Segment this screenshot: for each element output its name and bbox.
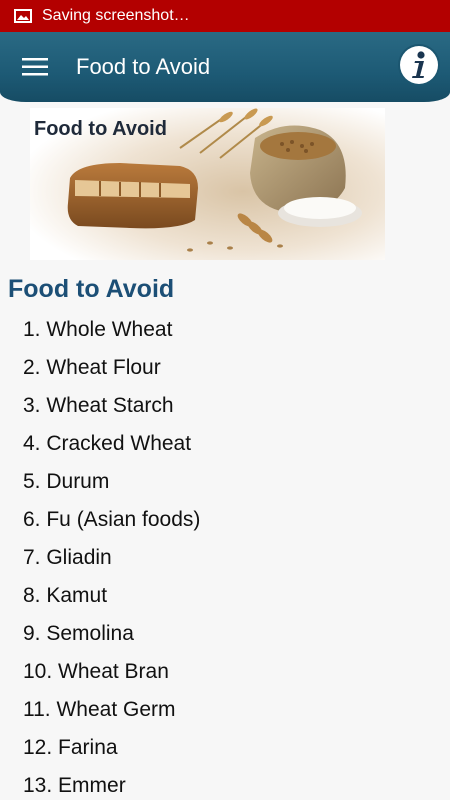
- list-item: 13. Emmer: [23, 774, 126, 797]
- page-title: Food to Avoid: [76, 54, 211, 79]
- list-item: 4. Cracked Wheat: [23, 432, 192, 455]
- app-bar: Food to Avoid: [0, 32, 450, 102]
- list-item: 3. Wheat Starch: [23, 394, 174, 417]
- list-item: 1. Whole Wheat: [23, 318, 173, 341]
- list-item: 9. Semolina: [23, 622, 134, 645]
- menu-button[interactable]: [10, 42, 60, 92]
- list-item: 2. Wheat Flour: [23, 356, 161, 379]
- list-item: 8. Kamut: [23, 584, 108, 607]
- section-title: Food to Avoid: [8, 275, 175, 303]
- hamburger-icon: [22, 58, 48, 76]
- image-icon: [14, 9, 32, 23]
- food-list: 1. Whole Wheat 2. Wheat Flour 3. Wheat S…: [23, 313, 200, 800]
- status-text: Saving screenshot…: [42, 7, 190, 24]
- info-icon: [412, 51, 425, 78]
- status-bar: Saving screenshot…: [0, 0, 450, 32]
- list-item: 10. Wheat Bran: [23, 660, 169, 683]
- list-item: 7. Gliadin: [23, 546, 112, 569]
- list-item: 6. Fu (Asian foods): [23, 508, 201, 531]
- list-item: 12. Farina: [23, 736, 118, 759]
- hero-caption: Food to Avoid: [34, 118, 167, 140]
- list-item: 11. Wheat Germ: [23, 698, 176, 721]
- info-button[interactable]: [400, 46, 438, 84]
- list-item: 5. Durum: [23, 470, 110, 493]
- hero-image: Food to Avoid: [30, 108, 385, 260]
